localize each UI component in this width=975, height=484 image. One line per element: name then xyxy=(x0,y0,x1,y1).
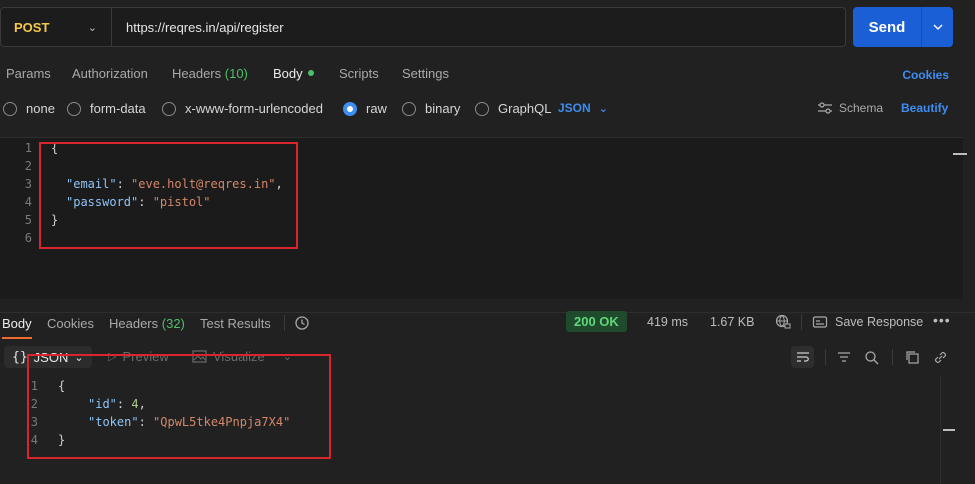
radio-form-data[interactable]: form-data xyxy=(67,101,146,116)
divider xyxy=(801,314,802,330)
chevron-down-icon xyxy=(933,24,942,30)
radio-circle-icon xyxy=(162,101,176,116)
radio-raw[interactable]: raw xyxy=(343,101,387,116)
radio-circle-icon xyxy=(475,101,489,116)
radio-label: binary xyxy=(425,101,461,116)
radio-label: form-data xyxy=(90,101,146,116)
divider xyxy=(284,315,285,331)
response-scrollbar[interactable] xyxy=(940,376,975,484)
status-badge: 200 OK xyxy=(566,311,627,332)
highlight-box-response xyxy=(27,354,331,459)
response-tabs: Body Cookies Headers (32) Test Results xyxy=(0,312,975,339)
tab-headers-label: Headers xyxy=(172,66,222,81)
send-button[interactable]: Send xyxy=(853,7,921,47)
radio-circle-icon xyxy=(67,101,81,116)
radio-label: none xyxy=(26,101,55,116)
line-number: 3 xyxy=(24,177,32,191)
radio-circle-icon xyxy=(402,101,416,116)
cookies-link[interactable]: Cookies xyxy=(902,68,949,82)
tab-settings[interactable]: Settings xyxy=(402,66,449,81)
more-icon[interactable]: ••• xyxy=(933,312,951,328)
response-headers-count: (32) xyxy=(161,316,185,331)
tab-test-results[interactable]: Test Results xyxy=(200,316,271,331)
tab-response-body[interactable]: Body xyxy=(2,316,32,339)
body-format-select[interactable]: JSON ⌄ xyxy=(558,101,608,115)
wrap-lines-icon[interactable] xyxy=(791,346,814,368)
chevron-down-icon: ⌄ xyxy=(87,21,97,34)
tab-scripts[interactable]: Scripts xyxy=(339,66,379,81)
url-input[interactable]: https://reqres.in/api/register xyxy=(112,20,284,35)
divider xyxy=(825,349,826,365)
save-icon[interactable] xyxy=(812,314,828,330)
schema-button[interactable]: Schema xyxy=(817,101,883,115)
tab-response-headers-label: Headers xyxy=(109,316,159,331)
schema-label: Schema xyxy=(839,101,884,115)
globe-lock-icon[interactable] xyxy=(775,314,791,330)
radio-label: raw xyxy=(366,101,387,116)
radio-binary[interactable]: binary xyxy=(402,101,460,116)
line-number: 6 xyxy=(24,231,32,245)
request-bar: POST ⌄ https://reqres.in/api/register xyxy=(0,7,846,47)
tab-headers[interactable]: Headers (10) xyxy=(172,66,248,81)
radio-graphql[interactable]: GraphQL xyxy=(475,101,551,116)
scrollbar-thumb[interactable] xyxy=(953,153,967,155)
copy-icon[interactable] xyxy=(904,349,920,365)
search-icon[interactable] xyxy=(863,349,879,365)
tab-params[interactable]: Params xyxy=(6,66,51,81)
body-format-label: JSON xyxy=(558,101,591,115)
radio-none[interactable]: none xyxy=(3,101,55,116)
history-icon[interactable] xyxy=(294,315,310,331)
beautify-button[interactable]: Beautify xyxy=(901,101,948,115)
radio-label: x-www-form-urlencoded xyxy=(185,101,323,116)
line-number: 1 xyxy=(24,141,32,155)
radio-circle-icon xyxy=(3,101,17,116)
filter-icon[interactable] xyxy=(836,349,852,365)
response-size: 1.67 KB xyxy=(710,315,755,329)
modified-dot-icon xyxy=(307,70,314,76)
send-options-button[interactable] xyxy=(921,7,953,47)
method-select[interactable]: POST ⌄ xyxy=(1,8,112,46)
line-number: 2 xyxy=(24,159,32,173)
braces-icon: {} xyxy=(12,349,28,365)
tab-body-label: Body xyxy=(273,66,303,81)
divider xyxy=(892,349,893,365)
radio-urlencoded[interactable]: x-www-form-urlencoded xyxy=(162,101,323,116)
tab-authorization[interactable]: Authorization xyxy=(72,66,148,81)
sliders-icon xyxy=(818,102,832,114)
link-icon[interactable] xyxy=(932,349,948,365)
send-group: Send xyxy=(853,7,953,47)
tab-body[interactable]: Body xyxy=(273,66,314,81)
highlight-box-request xyxy=(39,142,298,249)
tab-response-headers[interactable]: Headers (32) xyxy=(109,316,185,331)
radio-selected-icon xyxy=(343,101,357,116)
headers-count: (10) xyxy=(224,66,248,81)
line-number: 4 xyxy=(24,195,32,209)
method-label: POST xyxy=(14,19,50,35)
line-number: 5 xyxy=(24,213,32,227)
response-time: 419 ms xyxy=(647,315,688,329)
save-response-button[interactable]: Save Response xyxy=(835,315,923,329)
radio-label: GraphQL xyxy=(498,101,552,116)
request-tabs: Params Authorization Headers (10) Body S… xyxy=(0,62,975,86)
chevron-down-icon: ⌄ xyxy=(598,103,608,115)
tab-response-cookies[interactable]: Cookies xyxy=(47,316,94,331)
scrollbar-thumb[interactable] xyxy=(943,429,955,431)
